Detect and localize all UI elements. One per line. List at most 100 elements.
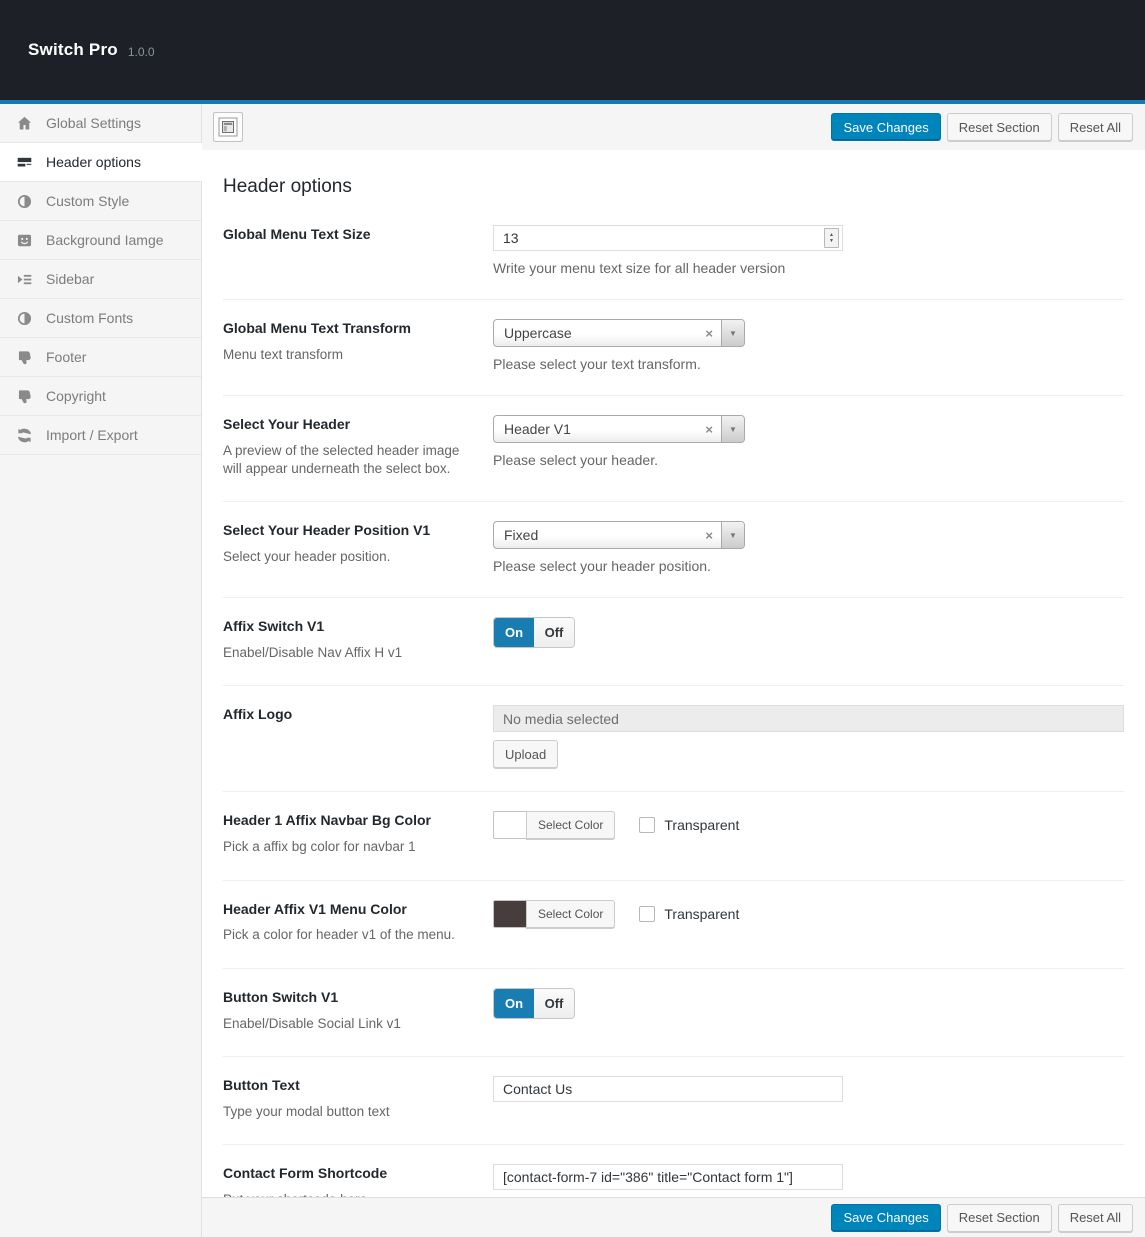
contrast-icon — [16, 193, 33, 210]
toggle-off-button[interactable]: Off — [534, 989, 574, 1018]
color-swatch[interactable] — [493, 811, 526, 839]
save-changes-button[interactable]: Save Changes — [831, 113, 940, 141]
main-panel: Save Changes Reset Section Reset All Hea… — [202, 104, 1145, 1237]
field-label: Global Menu Text Transform — [223, 319, 468, 338]
header-icon — [16, 154, 33, 171]
select-color-button[interactable]: Select Color — [526, 900, 615, 928]
sidebar-item-footer[interactable]: Footer — [0, 338, 201, 377]
sidebar-item-custom-fonts[interactable]: Custom Fonts — [0, 299, 201, 338]
toggle-on-button[interactable]: On — [494, 618, 534, 647]
field-label: Select Your Header Position V1 — [223, 521, 468, 540]
bottom-toolbar: Save Changes Reset Section Reset All — [202, 1197, 1145, 1237]
sidebar-item-label: Custom Fonts — [46, 310, 133, 326]
sidebar-item-label: Sidebar — [46, 271, 94, 287]
chevron-down-icon[interactable]: ▼ — [721, 522, 744, 548]
field-label: Global Menu Text Size — [223, 225, 468, 244]
sidebar-item-sidebar[interactable]: Sidebar — [0, 260, 201, 299]
select-clear-icon[interactable]: × — [697, 528, 721, 543]
sidebar-item-label: Header options — [46, 154, 141, 170]
reset-section-button[interactable]: Reset Section — [947, 113, 1052, 141]
sidebar-item-import-export[interactable]: Import / Export — [0, 416, 201, 455]
field-label: Button Switch V1 — [223, 988, 468, 1007]
sidebar-item-copyright[interactable]: Copyright — [0, 377, 201, 416]
spinner-down-icon[interactable]: ▼ — [829, 238, 834, 245]
plugin-options-window: Switch Pro 1.0.0 Global Settings Header … — [0, 0, 1145, 1237]
transparent-checkbox[interactable] — [639, 817, 655, 833]
number-spinner[interactable]: ▲ ▼ — [824, 228, 839, 248]
number-input-wrap: ▲ ▼ — [493, 225, 843, 251]
field-sublabel: Type your modal button text — [223, 1103, 468, 1121]
reset-all-button-bottom[interactable]: Reset All — [1058, 1204, 1133, 1232]
field-label: Header Affix V1 Menu Color — [223, 900, 468, 919]
field-sublabel: A preview of the selected header image w… — [223, 442, 468, 478]
shortcode-input[interactable] — [493, 1164, 843, 1190]
upload-button[interactable]: Upload — [493, 740, 558, 768]
sidebar-item-global-settings[interactable]: Global Settings — [0, 104, 201, 143]
field-row-affix-switch-v1: Affix Switch V1 Enabel/Disable Nav Affix… — [223, 598, 1124, 686]
field-row-button-text: Button Text Type your modal button text — [223, 1057, 1124, 1145]
select-clear-icon[interactable]: × — [697, 326, 721, 341]
settings-content: Header options Global Menu Text Size ▲ ▼ — [202, 150, 1145, 1197]
field-row-header-position-v1: Select Your Header Position V1 Select yo… — [223, 502, 1124, 598]
field-label: Affix Switch V1 — [223, 617, 468, 636]
field-description: Please select your header. — [493, 452, 1124, 468]
header-position-select[interactable]: Fixed × ▼ — [493, 521, 745, 549]
sidebar-item-label: Global Settings — [46, 115, 141, 131]
field-description: Write your menu text size for all header… — [493, 260, 1124, 276]
sidebar-item-label: Custom Style — [46, 193, 129, 209]
sidebar-item-label: Background Iamge — [46, 232, 164, 248]
home-icon — [16, 115, 33, 132]
menu-text-size-input[interactable] — [493, 225, 843, 251]
transparent-checkbox[interactable] — [639, 906, 655, 922]
field-label: Affix Logo — [223, 705, 468, 724]
save-changes-button-bottom[interactable]: Save Changes — [831, 1204, 940, 1232]
reset-section-button-bottom[interactable]: Reset Section — [947, 1204, 1052, 1232]
media-selected-field: No media selected — [493, 705, 1124, 732]
sidebar-item-label: Import / Export — [46, 427, 138, 443]
reset-all-button[interactable]: Reset All — [1058, 113, 1133, 141]
sidebar-item-label: Footer — [46, 349, 86, 365]
field-sublabel: Pick a affix bg color for navbar 1 — [223, 838, 468, 856]
field-sublabel: Pick a color for header v1 of the menu. — [223, 926, 468, 944]
field-description: Please select your text transform. — [493, 356, 1124, 372]
field-sublabel: Select your header position. — [223, 548, 468, 566]
button-switch-toggle: On Off — [493, 988, 575, 1019]
sidebar-item-background-image[interactable]: Background Iamge — [0, 221, 201, 260]
field-row-affix-logo: Affix Logo No media selected Upload — [223, 686, 1124, 792]
button-text-input[interactable] — [493, 1076, 843, 1102]
header-select[interactable]: Header V1 × ▼ — [493, 415, 745, 443]
chevron-down-icon[interactable]: ▼ — [721, 320, 744, 346]
field-row-navbar-bg-color: Header 1 Affix Navbar Bg Color Pick a af… — [223, 792, 1124, 880]
app-version: 1.0.0 — [128, 45, 155, 59]
field-sublabel: Enabel/Disable Nav Affix H v1 — [223, 644, 468, 662]
layout-panel-icon — [218, 117, 238, 137]
checkbox-label: Transparent — [664, 906, 739, 922]
sync-icon — [16, 427, 33, 444]
sidebar: Global Settings Header options Custom St… — [0, 104, 202, 1237]
indent-icon — [16, 271, 33, 288]
toggle-on-button[interactable]: On — [494, 989, 534, 1018]
sidebar-item-header-options[interactable]: Header options — [0, 143, 202, 182]
field-row-global-menu-text-transform: Global Menu Text Transform Menu text tra… — [223, 300, 1124, 396]
color-swatch[interactable] — [493, 900, 526, 928]
chevron-down-icon[interactable]: ▼ — [721, 416, 744, 442]
color-picker-control: Select Color Transparent — [493, 811, 1124, 839]
field-row-contact-form-shortcode: Contact Form Shortcode Put your shortcod… — [223, 1145, 1124, 1197]
field-row-menu-color: Header Affix V1 Menu Color Pick a color … — [223, 881, 1124, 969]
field-label: Header 1 Affix Navbar Bg Color — [223, 811, 468, 830]
body: Global Settings Header options Custom St… — [0, 104, 1145, 1237]
app-header: Switch Pro 1.0.0 — [0, 0, 1145, 100]
field-row-button-switch-v1: Button Switch V1 Enabel/Disable Social L… — [223, 969, 1124, 1057]
affix-switch-toggle: On Off — [493, 617, 575, 648]
select-value: Fixed — [494, 527, 697, 543]
select-clear-icon[interactable]: × — [697, 422, 721, 437]
layout-panel-toggle-button[interactable] — [213, 112, 243, 142]
smiley-image-icon — [16, 232, 33, 249]
text-transform-select[interactable]: Uppercase × ▼ — [493, 319, 745, 347]
field-label: Contact Form Shortcode — [223, 1164, 468, 1183]
field-row-select-your-header: Select Your Header A preview of the sele… — [223, 396, 1124, 502]
select-color-button[interactable]: Select Color — [526, 811, 615, 839]
toggle-off-button[interactable]: Off — [534, 618, 574, 647]
sidebar-item-custom-style[interactable]: Custom Style — [0, 182, 201, 221]
thumb-icon — [16, 349, 33, 366]
